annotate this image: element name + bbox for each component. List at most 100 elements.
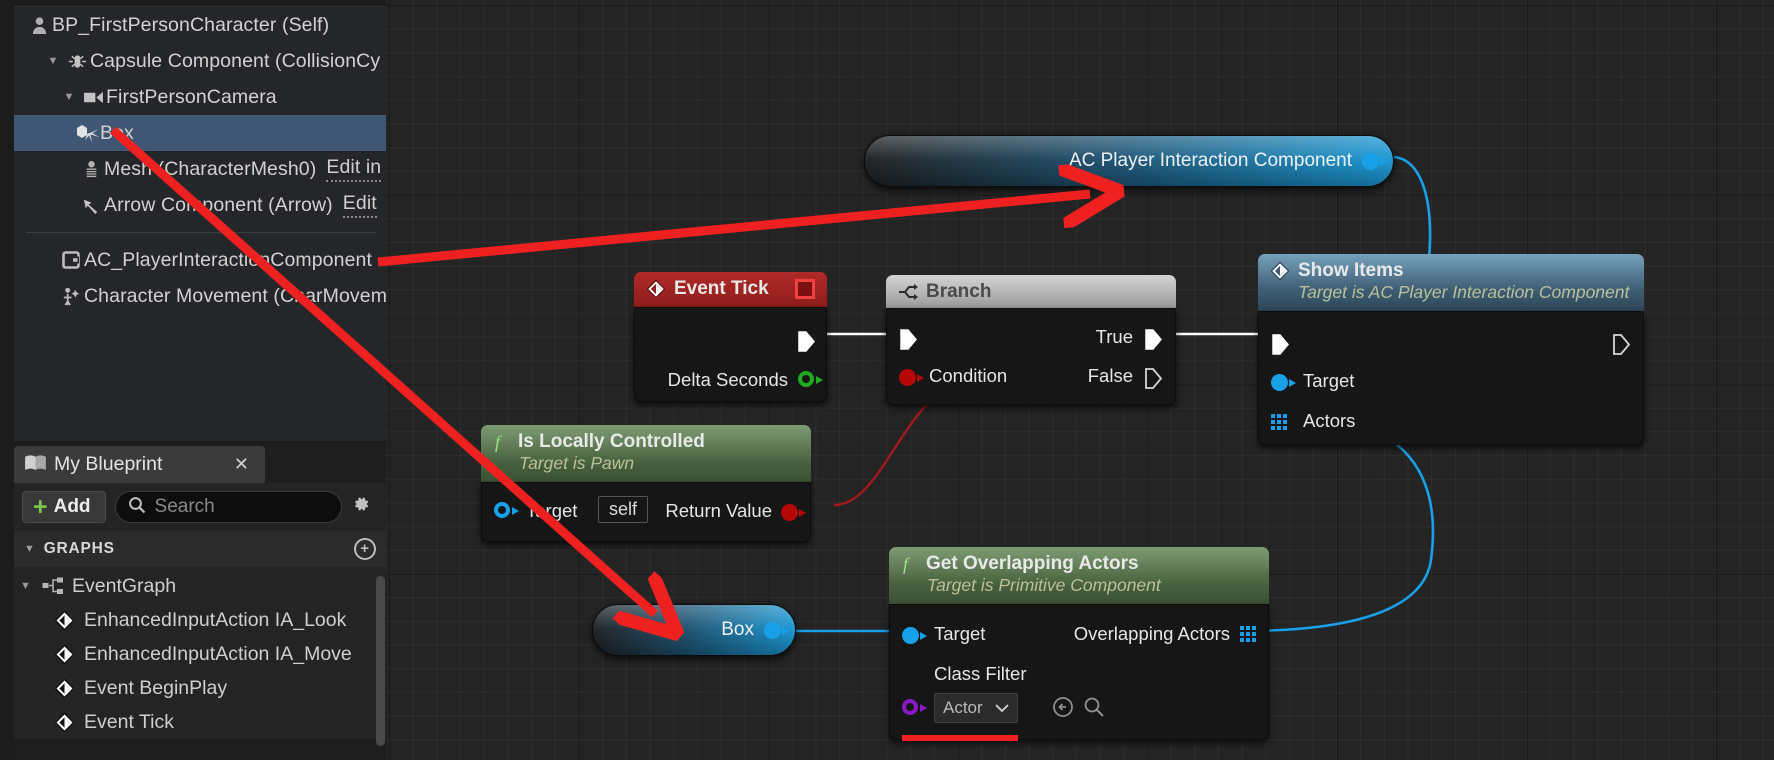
pin-class-filter[interactable] (902, 698, 927, 715)
component-row-ac-playerinteractioncomponent[interactable]: AC_PlayerInteractionComponent (14, 242, 386, 278)
character-icon (26, 16, 52, 35)
node-ac-player-interaction-component[interactable]: AC Player Interaction Component (864, 135, 1394, 187)
node-show-items[interactable]: Show Items Target is AC Player Interacti… (1258, 254, 1644, 445)
event-node-icon (54, 678, 84, 699)
list-item-label: EventGraph (72, 574, 177, 597)
component-row-arrow[interactable]: Arrow Component (Arrow) Edit (14, 187, 386, 223)
search-input[interactable]: Search (114, 491, 342, 523)
box-collision-icon (74, 123, 100, 143)
chevron-down-icon[interactable]: ▼ (20, 580, 42, 592)
pin-return-value[interactable] (781, 503, 806, 521)
arrow-edit-link[interactable]: Edit (342, 192, 377, 218)
component-row-box[interactable]: Box (14, 115, 386, 151)
add-button[interactable]: + Add (22, 491, 106, 523)
tab-label: My Blueprint (54, 453, 163, 475)
mesh-edit-link[interactable]: Edit in (326, 156, 382, 182)
pin-target[interactable] (494, 501, 519, 518)
list-item-label: EnhancedInputAction IA_Look (84, 608, 347, 631)
component-label: FirstPersonCamera (106, 85, 277, 108)
list-item-event-tick[interactable]: Event Tick (14, 705, 386, 739)
pin-exec-out[interactable] (1612, 333, 1631, 361)
list-item-label: Event BeginPlay (84, 676, 228, 699)
graphs-section-label: GRAPHS (43, 540, 115, 557)
pin-component-out[interactable] (1362, 152, 1387, 170)
node-body: Target Actors (1258, 310, 1644, 445)
list-item-label: Event Tick (84, 710, 174, 733)
svg-text:f: f (495, 432, 503, 452)
pin-exec-in[interactable] (1271, 333, 1290, 361)
component-row-mesh[interactable]: Mesh (CharacterMesh0) Edit in (14, 151, 386, 187)
character-movement-icon (58, 286, 84, 307)
node-body: Delta Seconds (634, 306, 827, 402)
node-branch[interactable]: Branch Condition True False (886, 275, 1176, 405)
plus-circle-icon[interactable]: + (354, 538, 376, 560)
my-blueprint-toolbar: + Add Search (14, 483, 386, 531)
node-title: Event Tick (674, 278, 769, 299)
search-icon[interactable] (1083, 696, 1105, 724)
graph-icon (42, 577, 72, 595)
search-icon (128, 496, 146, 519)
list-item-ia-look[interactable]: EnhancedInputAction IA_Look (14, 603, 386, 637)
node-title: Box (721, 619, 754, 640)
node-box-variable[interactable]: Box (592, 604, 796, 656)
pin-target[interactable] (902, 626, 927, 644)
pin-box-out[interactable] (764, 621, 789, 639)
node-subtitle: Target is Primitive Component (927, 574, 1161, 595)
pin-false[interactable] (1144, 367, 1163, 395)
settings-button[interactable] (342, 492, 378, 522)
pin-label-true: True (1095, 325, 1133, 347)
camera-icon (80, 89, 106, 106)
event-node-icon (54, 644, 84, 665)
node-event-tick[interactable]: Event Tick Delta Seconds (634, 272, 827, 402)
chevron-down-icon[interactable]: ▼ (24, 543, 36, 555)
pin-label-false: False (1087, 364, 1133, 386)
reset-arrow-icon[interactable] (1052, 696, 1074, 724)
my-blueprint-panel: My Blueprint ✕ + Add Search ▼ GRAPHS + ▼… (14, 446, 386, 760)
pin-true[interactable] (1144, 328, 1163, 356)
node-get-overlapping-actors[interactable]: f Get Overlapping Actors Target is Primi… (889, 547, 1269, 741)
pin-delta-seconds[interactable] (798, 370, 823, 387)
list-item-event-beginplay[interactable]: Event BeginPlay (14, 671, 386, 705)
pin-condition[interactable] (899, 368, 924, 386)
red-square-icon[interactable] (795, 278, 815, 299)
node-is-locally-controlled[interactable]: f Is Locally Controlled Target is Pawn T… (481, 425, 811, 542)
node-title: Get Overlapping Actors (926, 553, 1139, 574)
pin-actors[interactable] (1271, 413, 1287, 430)
plus-icon: + (33, 493, 48, 521)
chevron-down-icon[interactable]: ▼ (58, 91, 80, 103)
close-icon[interactable]: ✕ (228, 454, 255, 475)
pin-label-delta-seconds: Delta Seconds (667, 368, 788, 390)
pin-label-class-filter: Class Filter (934, 662, 1027, 684)
node-subtitle: Target is Pawn (519, 452, 635, 473)
class-filter-dropdown[interactable]: Actor (934, 692, 1018, 723)
pin-overlapping-actors[interactable] (1240, 625, 1256, 642)
pin-label-return-value: Return Value (665, 499, 772, 521)
blueprint-event-graph-canvas[interactable]: AC Player Interaction Component Event Ti… (386, 0, 1774, 760)
pin-label-target: Target (1303, 369, 1355, 391)
component-label: Mesh (CharacterMesh0) (104, 157, 317, 180)
component-row-character-movement[interactable]: Character Movement (CharMovem (14, 278, 388, 314)
component-label: Character Movement (CharMovem (84, 284, 388, 307)
my-blueprint-scrollbar[interactable] (376, 576, 385, 746)
component-row-bp-firstpersoncharacter[interactable]: BP_FirstPersonCharacter (Self) (14, 7, 386, 43)
list-item-ia-move[interactable]: EnhancedInputAction IA_Move (14, 637, 386, 671)
list-item-eventgraph[interactable]: ▼ EventGraph (14, 569, 386, 603)
node-body: Condition True False (886, 307, 1176, 405)
branch-icon (898, 282, 918, 302)
tab-my-blueprint[interactable]: My Blueprint ✕ (14, 446, 265, 483)
pin-label-condition: Condition (929, 364, 1008, 386)
my-blueprint-tabbar: My Blueprint ✕ (14, 446, 386, 483)
search-placeholder: Search (154, 496, 215, 517)
chevron-down-icon[interactable]: ▼ (42, 55, 64, 67)
target-self-field[interactable]: self (598, 495, 649, 523)
gear-icon (348, 496, 372, 521)
pin-exec-out[interactable] (797, 330, 816, 358)
component-row-firstpersoncamera[interactable]: ▼ FirstPersonCamera (14, 79, 386, 115)
graphs-section-header[interactable]: ▼ GRAPHS + (14, 531, 386, 567)
pin-target[interactable] (1271, 373, 1296, 391)
pin-exec-in[interactable] (899, 328, 918, 356)
left-panel-column: BP_FirstPersonCharacter (Self) ▼ Capsule… (0, 0, 388, 760)
component-row-capsule-component[interactable]: ▼ Capsule Component (CollisionCy (14, 43, 386, 79)
event-node-icon (54, 610, 84, 631)
component-label: Arrow Component (Arrow) (104, 193, 333, 216)
